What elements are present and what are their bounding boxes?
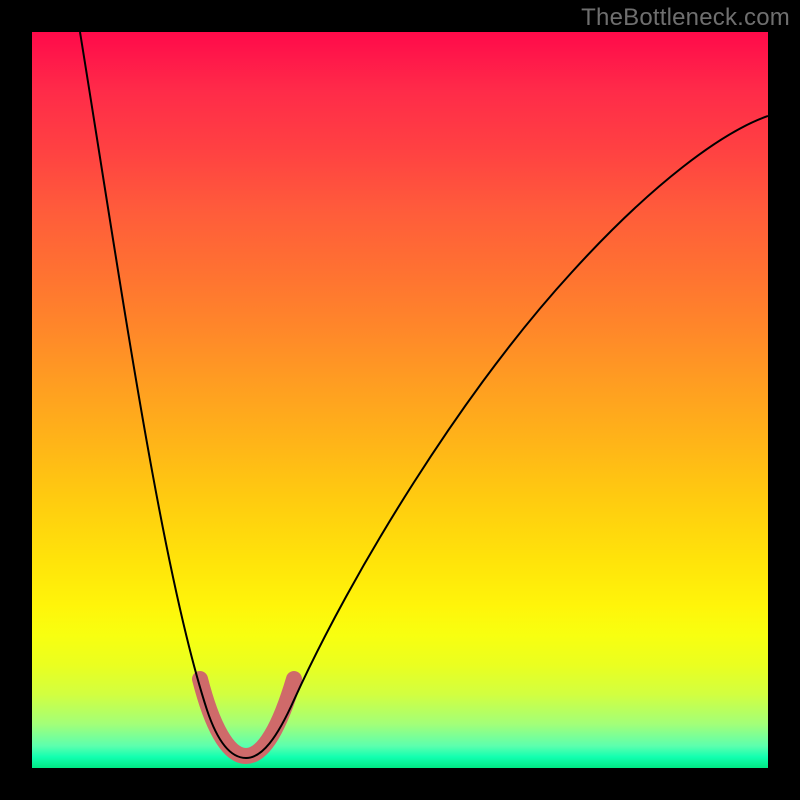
main-curve <box>80 32 768 758</box>
chart-svg <box>32 32 768 768</box>
watermark-text: TheBottleneck.com <box>581 4 790 32</box>
chart-frame: TheBottleneck.com <box>0 0 800 800</box>
plot-area <box>32 32 768 768</box>
valley-marker <box>200 679 294 756</box>
